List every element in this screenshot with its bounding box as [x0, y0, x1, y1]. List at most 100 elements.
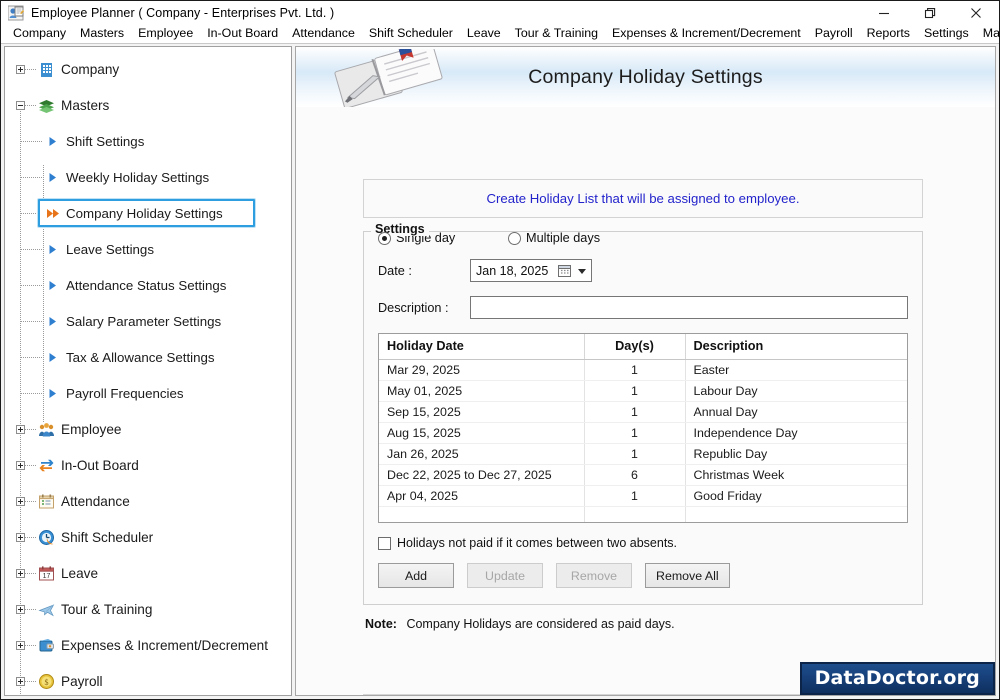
description-input[interactable] [470, 296, 908, 319]
sidebar-item-shift-settings[interactable]: Shift Settings [5, 123, 291, 159]
radio-circle-single [378, 231, 391, 245]
table-row-empty[interactable] [379, 506, 907, 522]
table-row[interactable]: Sep 15, 2025 1 Annual Day [379, 401, 907, 423]
unpaid-holiday-label: Holidays not paid if it comes between tw… [397, 536, 678, 550]
unpaid-holiday-checkbox-row[interactable]: Holidays not paid if it comes between tw… [378, 536, 908, 550]
record-action-buttons: Add Update Remove Remove All [378, 563, 908, 588]
navigation-sidebar[interactable]: Company Masters Shift Settings Weekly Holid… [4, 46, 292, 696]
cell-description: Independence Day [685, 422, 907, 444]
expand-icon[interactable] [16, 676, 25, 686]
sidebar-item-employee[interactable]: Employee [5, 411, 291, 447]
add-button[interactable]: Add [378, 563, 454, 588]
sidebar-item-shift-scheduler[interactable]: Shift Scheduler [5, 519, 291, 555]
arrow-right-icon [46, 171, 59, 184]
page-title: Company Holiday Settings [528, 65, 763, 88]
expand-icon[interactable] [16, 64, 25, 74]
sidebar-item-payroll[interactable]: $ Payroll [5, 663, 291, 695]
remove-all-button[interactable]: Remove All [645, 563, 730, 588]
sidebar-item-tax-allowance-settings[interactable]: Tax & Allowance Settings [5, 339, 291, 375]
info-banner: Create Holiday List that will be assigne… [363, 179, 923, 218]
tree-connector [21, 140, 43, 142]
sidebar-item-in-out-board[interactable]: In-Out Board [5, 447, 291, 483]
tree-connector [21, 248, 43, 250]
calendar-17-icon: 17 [38, 565, 55, 582]
menu-item-payroll[interactable]: Payroll [808, 24, 860, 43]
sidebar-item-payroll-frequencies[interactable]: Payroll Frequencies [5, 375, 291, 411]
sidebar-item-leave-settings[interactable]: Leave Settings [5, 231, 291, 267]
sidebar-item-company-holiday-settings[interactable]: Company Holiday Settings [5, 195, 291, 231]
table-header-row: Holiday Date Day(s) Description [379, 334, 907, 360]
menu-item-expenses[interactable]: Expenses & Increment/Decrement [605, 24, 808, 43]
cell-days: 1 [584, 443, 686, 465]
navigation-tree: Company Masters Shift Settings Weekly Holid… [5, 51, 291, 695]
column-header-holiday-date[interactable]: Holiday Date [379, 334, 585, 360]
cell-description: Christmas Week [685, 464, 907, 486]
menu-item-tour-training[interactable]: Tour & Training [508, 24, 605, 43]
maximize-icon[interactable] [907, 1, 953, 24]
expand-icon[interactable] [16, 496, 25, 506]
menu-item-employee[interactable]: Employee [131, 24, 200, 43]
table-row[interactable]: May 01, 2025 1 Labour Day [379, 380, 907, 402]
date-label: Date : [378, 263, 412, 278]
date-input[interactable]: Jan 18, 2025 [470, 259, 592, 282]
sidebar-item-expenses-increment-decrement[interactable]: Expenses & Increment/Decrement [5, 627, 291, 663]
column-header-description[interactable]: Description [685, 334, 907, 360]
sidebar-item-salary-parameter-settings[interactable]: Salary Parameter Settings [5, 303, 291, 339]
sidebar-item-label: Expenses & Increment/Decrement [61, 637, 269, 653]
menu-item-attendance[interactable]: Attendance [285, 24, 362, 43]
menu-item-in-out-board[interactable]: In-Out Board [200, 24, 285, 43]
table-row[interactable]: Aug 15, 2025 1 Independence Day [379, 422, 907, 444]
in-out-arrows-icon [38, 457, 55, 474]
settings-groupbox: Settings Single day Multiple days Date:… [363, 222, 923, 605]
table-row[interactable]: Mar 29, 2025 1 Easter [379, 359, 907, 381]
expand-icon[interactable] [16, 532, 25, 542]
expand-icon[interactable] [16, 460, 25, 470]
holidays-table-wrapper[interactable]: Holiday Date Day(s) Description Mar 29, … [378, 333, 908, 523]
window-title: Employee Planner ( Company - Enterprises… [31, 5, 335, 20]
sidebar-item-attendance[interactable]: Attendance [5, 483, 291, 519]
chevron-down-icon[interactable] [578, 269, 586, 274]
expand-icon[interactable] [16, 568, 25, 578]
menu-item-reports[interactable]: Reports [860, 24, 917, 43]
cell-description: Labour Day [685, 380, 907, 402]
panel-header: Company Holiday Settings [296, 47, 995, 109]
unpaid-holiday-checkbox[interactable] [378, 536, 391, 550]
sidebar-item-tour-training[interactable]: Tour & Training [5, 591, 291, 627]
wallet-icon [38, 637, 55, 654]
tree-connector [25, 104, 36, 106]
menu-item-mail[interactable]: Mail [976, 24, 1000, 43]
collapse-icon[interactable] [16, 100, 25, 110]
menu-item-masters[interactable]: Masters [73, 24, 131, 43]
table-row[interactable]: Apr 04, 2025 1 Good Friday [379, 485, 907, 507]
tree-connector [25, 536, 36, 538]
table-row[interactable]: Jan 26, 2025 1 Republic Day [379, 443, 907, 465]
cell-days: 1 [584, 422, 686, 444]
airplane-icon [38, 601, 55, 618]
expand-icon[interactable] [16, 604, 25, 614]
menu-item-shift-scheduler[interactable]: Shift Scheduler [362, 24, 460, 43]
sidebar-item-masters[interactable]: Masters [5, 87, 291, 123]
sidebar-item-weekly-holiday-settings[interactable]: Weekly Holiday Settings [5, 159, 291, 195]
minimize-icon[interactable] [861, 1, 907, 24]
menu-item-settings[interactable]: Settings [917, 24, 976, 43]
sidebar-item-leave[interactable]: 17 Leave [5, 555, 291, 591]
sidebar-item-attendance-status-settings[interactable]: Attendance Status Settings [5, 267, 291, 303]
column-header-days[interactable]: Day(s) [584, 334, 686, 360]
sidebar-item-company[interactable]: Company [5, 51, 291, 87]
application-window: Employee Planner ( Company - Enterprises… [0, 0, 1000, 700]
window-controls [861, 1, 999, 24]
table-row[interactable]: Dec 22, 2025 to Dec 27, 2025 6 Christmas W… [379, 464, 907, 486]
cell-days: 1 [584, 359, 686, 381]
expand-icon[interactable] [16, 640, 25, 650]
checklist-icon [38, 493, 55, 510]
menu-item-company[interactable]: Company [6, 24, 73, 43]
tree-connector [21, 356, 43, 358]
cell-days: 6 [584, 464, 686, 486]
cell-holiday-date: Aug 15, 2025 [379, 422, 585, 444]
menu-item-leave[interactable]: Leave [460, 24, 508, 43]
svg-text:17: 17 [43, 573, 51, 580]
radio-multiple-days[interactable]: Multiple days [508, 231, 600, 245]
cell-days: 1 [584, 401, 686, 423]
close-icon[interactable] [953, 1, 999, 24]
expand-icon[interactable] [16, 424, 25, 434]
